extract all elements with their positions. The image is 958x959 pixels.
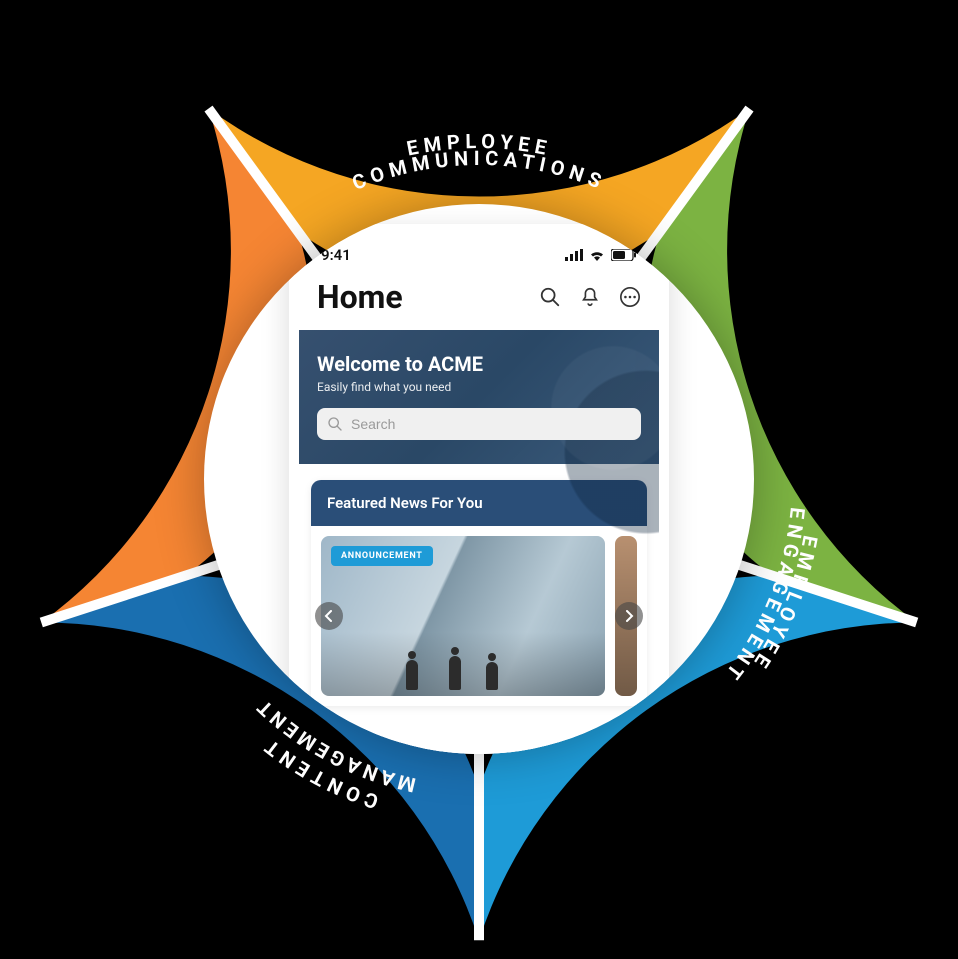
hero-title: Welcome to ACME	[317, 352, 641, 376]
wifi-icon	[589, 249, 605, 261]
news-item[interactable]: ANNOUNCEMENT	[321, 536, 605, 696]
phone-mockup: 9:41 Home	[289, 224, 669, 754]
search-input[interactable]	[317, 408, 641, 440]
search-field[interactable]	[351, 416, 631, 432]
carousel-next-button[interactable]	[615, 602, 643, 630]
center-phone-preview: 9:41 Home	[204, 204, 754, 754]
hero-subtitle: Easily find what you need	[317, 380, 641, 394]
search-icon[interactable]	[539, 286, 561, 308]
hero-banner: Welcome to ACME Easily find what you nee…	[299, 330, 659, 464]
person-silhouette-icon	[406, 660, 418, 690]
person-silhouette-icon	[449, 656, 461, 690]
more-icon[interactable]	[619, 286, 641, 308]
status-time: 9:41	[321, 246, 351, 264]
search-icon	[327, 416, 343, 432]
phone-status-bar: 9:41	[299, 234, 659, 268]
bell-icon[interactable]	[579, 286, 601, 308]
announcement-badge: ANNOUNCEMENT	[331, 546, 433, 566]
battery-icon	[611, 249, 637, 261]
chevron-left-icon	[324, 610, 334, 622]
person-silhouette-icon	[486, 662, 498, 690]
signal-icon	[565, 249, 583, 261]
carousel-prev-button[interactable]	[315, 602, 343, 630]
chevron-right-icon	[624, 610, 634, 622]
page-title: Home	[317, 278, 403, 316]
